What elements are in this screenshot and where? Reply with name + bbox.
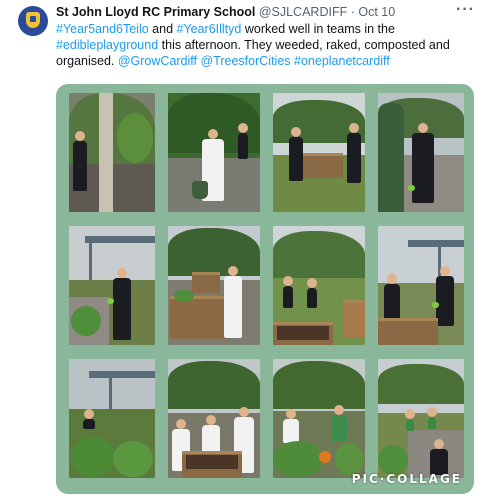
photo-3[interactable]	[273, 93, 365, 212]
mention-treesforcities[interactable]: @TreesforCities	[201, 54, 291, 68]
hashtag-year5and6teilo[interactable]: #Year5and6Teilo	[56, 22, 149, 36]
mention-growcardiff[interactable]: @GrowCardiff	[118, 54, 197, 68]
photo-5[interactable]	[69, 226, 155, 345]
text-segment: and	[148, 22, 177, 36]
photo-7[interactable]	[273, 226, 365, 345]
photo-collage[interactable]: PIC·COLLAGE	[56, 84, 474, 494]
hashtag-edibleplayground[interactable]: #edibleplayground	[56, 38, 158, 52]
photo-12[interactable]	[378, 359, 464, 478]
photo-9[interactable]	[69, 359, 155, 478]
school-crest-icon	[26, 12, 40, 28]
photo-2[interactable]	[168, 93, 260, 212]
more-options-icon[interactable]: ···	[456, 1, 475, 19]
photo-10[interactable]	[168, 359, 260, 478]
pic-collage-watermark: PIC·COLLAGE	[351, 472, 462, 486]
tweet-text: #Year5and6Teilo and #Year6Illtyd worked …	[56, 21, 476, 70]
tweet-header: St John Lloyd RC Primary School @SJLCARD…	[56, 4, 459, 20]
collage-grid	[69, 93, 464, 478]
hashtag-oneplanetcardiff[interactable]: #oneplanetcardiff	[294, 54, 390, 68]
tweet: St John Lloyd RC Primary School @SJLCARD…	[0, 0, 499, 501]
tweet-date[interactable]: Oct 10	[358, 5, 395, 19]
photo-1[interactable]	[69, 93, 155, 212]
text-segment: worked well in teams in the	[241, 22, 395, 36]
author-handle[interactable]: @SJLCARDIFF	[259, 5, 347, 19]
author-name[interactable]: St John Lloyd RC Primary School	[56, 5, 255, 19]
photo-6[interactable]	[168, 226, 260, 345]
separator-dot: ·	[350, 5, 355, 19]
hashtag-year6illtyd[interactable]: #Year6Illtyd	[177, 22, 242, 36]
photo-8[interactable]	[378, 226, 464, 345]
photo-4[interactable]	[378, 93, 464, 212]
photo-11[interactable]	[273, 359, 365, 478]
school-avatar[interactable]	[18, 6, 48, 36]
